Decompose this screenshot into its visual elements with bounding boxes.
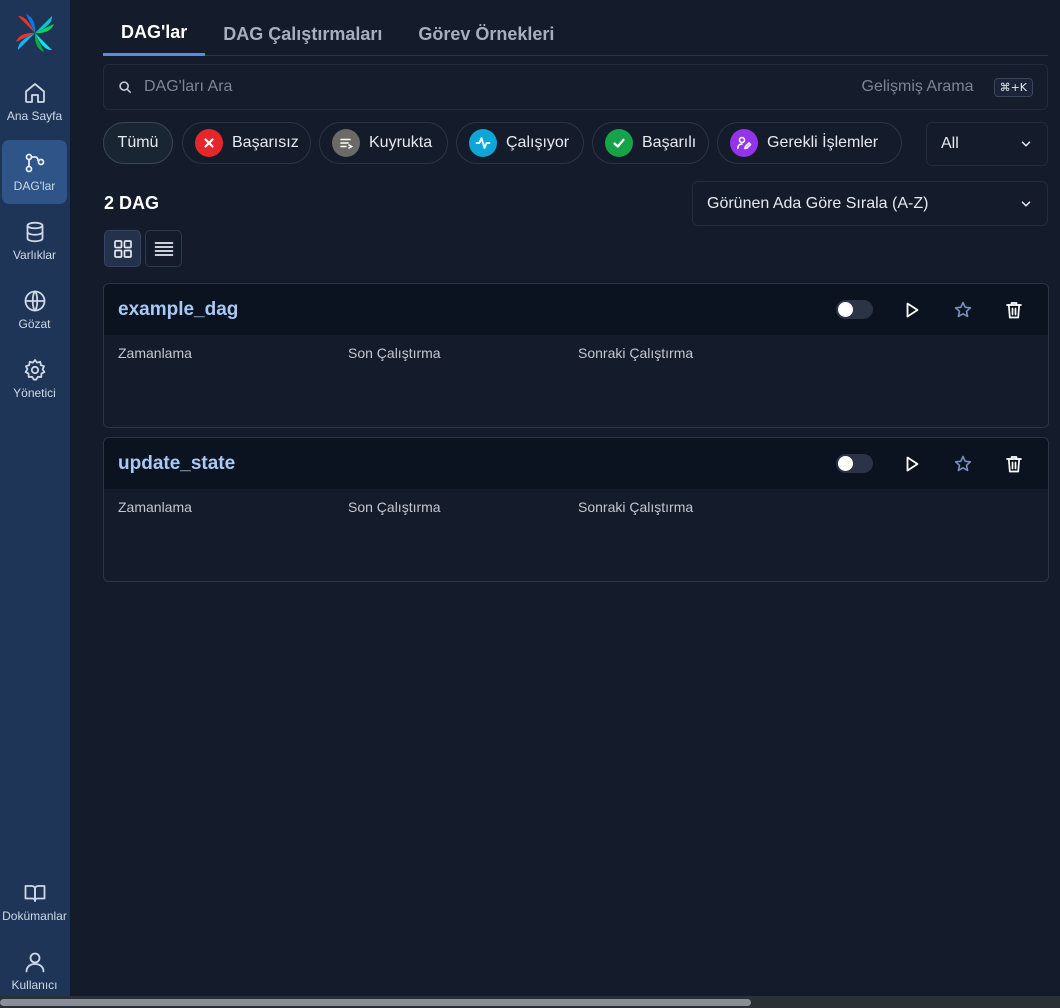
tab-task-instances[interactable]: Görev Örnekleri [400,12,572,56]
sidebar-item-assets[interactable]: Varlıklar [2,209,67,273]
next-run-label: Sonraki Çalıştırma [578,345,694,361]
airflow-logo[interactable] [14,12,56,54]
tab-dag-runs[interactable]: DAG Çalıştırmaları [205,12,400,56]
toggle-knob [838,302,853,317]
dag-count: 2 DAG [104,193,160,213]
dag-card-columns: Zamanlama Son Çalıştırma Sonraki Çalıştı… [104,489,1048,529]
horizontal-scrollbar[interactable] [0,996,1060,1008]
list-view-button[interactable] [145,230,182,267]
list-icon [154,241,173,256]
filter-queued-label: Kuyrukta [369,134,433,151]
favorite-dag-button[interactable] [951,298,975,322]
sidebar-item-browse[interactable]: Gözat [2,278,67,342]
play-icon [906,456,919,472]
card-view-button[interactable] [104,230,141,267]
sort-select-value: Görünen Ada Göre Sırala (A-Z) [707,194,929,212]
grid-icon [113,239,132,258]
schedule-label: Zamanlama [118,499,192,515]
filter-all-label: Tümü [117,134,159,151]
trash-icon [1006,302,1022,319]
dag-icon [25,153,44,173]
sidebar-item-admin[interactable]: Yönetici [2,347,67,411]
sidebar-item-label: Yönetici [13,386,56,400]
chevron-down-icon [1021,200,1031,207]
dag-name-link[interactable]: update_state [118,453,235,475]
main-content: DAG'lar DAG Çalıştırmaları Görev Örnekle… [71,0,1060,1008]
book-icon [24,885,45,902]
tab-bar: DAG'lar DAG Çalıştırmaları Görev Örnekle… [103,12,1048,56]
filter-required-actions[interactable]: Gerekli İşlemler [717,122,902,164]
dag-card: example_dag Zamanlama Son Çalıştırma Son… [103,283,1049,428]
dag-card-header: example_dag [104,284,1048,335]
toggle-knob [838,456,853,471]
star-icon [954,301,972,318]
sidebar-item-label: Varlıklar [12,248,57,262]
schedule-label: Zamanlama [118,345,192,361]
dag-card: update_state Zamanlama Son Çalıştırma So… [103,437,1049,582]
globe-icon [24,290,45,312]
sidebar-item-label: Ana Sayfa [6,109,63,123]
tab-dags[interactable]: DAG'lar [103,12,206,56]
sidebar-item-label: Gözat [18,317,51,331]
last-run-label: Son Çalıştırma [348,345,441,361]
filter-success[interactable]: Başarılı [592,122,709,164]
sidebar-item-label: DAG'lar [13,179,56,193]
last-run-label: Son Çalıştırma [348,499,441,515]
check-icon [605,129,633,157]
filter-success-label: Başarılı [642,134,697,151]
sidebar-item-user[interactable]: Kullanıcı [2,939,67,1003]
trigger-dag-button[interactable] [900,298,924,322]
filter-failed[interactable]: Başarısız [182,122,311,164]
favorite-dag-button[interactable] [951,452,975,476]
dag-state-select-value: All [941,135,959,152]
scrollbar-thumb[interactable] [0,999,751,1006]
sidebar-item-docs[interactable]: Dokümanlar [2,870,67,934]
dag-card-columns: Zamanlama Son Çalıştırma Sonraki Çalıştı… [104,335,1048,375]
dag-card-header: update_state [104,438,1048,489]
delete-dag-button[interactable] [1002,452,1026,476]
activity-icon [469,129,497,157]
trigger-dag-button[interactable] [900,452,924,476]
user-icon [25,952,44,973]
filter-failed-label: Başarısız [232,134,299,151]
next-run-label: Sonraki Çalıştırma [578,499,694,515]
user-pen-icon [730,129,758,157]
filter-running-label: Çalışıyor [506,134,570,151]
dag-pause-toggle[interactable] [836,300,873,319]
chevron-down-icon [1021,141,1031,147]
trash-icon [1006,456,1022,473]
home-icon [24,83,45,103]
filter-required-actions-label: Gerekli İşlemler [767,134,879,151]
dag-pause-toggle[interactable] [836,454,873,473]
sidebar-item-label: Dokümanlar [2,909,67,923]
advanced-search-link[interactable]: Gelişmiş Arama [862,78,974,96]
keyboard-shortcut-badge: ⌘+K [993,77,1033,97]
filter-running[interactable]: Çalışıyor [456,122,584,164]
x-icon [195,129,223,157]
database-icon [26,221,43,243]
delete-dag-button[interactable] [1002,298,1026,322]
filter-all[interactable]: Tümü [103,122,173,164]
sidebar: Ana Sayfa DAG'lar Varlıklar Gözat Yöneti… [0,0,71,1008]
gear-icon [24,359,45,381]
dag-state-select[interactable]: All [926,122,1048,166]
sidebar-item-dags[interactable]: DAG'lar [2,140,67,204]
search-bar: Gelişmiş Arama ⌘+K [103,64,1048,110]
search-input[interactable] [144,78,862,96]
dag-name-link[interactable]: example_dag [118,299,238,321]
play-icon [906,302,919,318]
filter-queued[interactable]: Kuyrukta [319,122,448,164]
sidebar-item-home[interactable]: Ana Sayfa [2,70,67,134]
star-icon [954,455,972,472]
search-icon [119,81,132,94]
queue-icon [332,129,360,157]
sidebar-item-label: Kullanıcı [11,978,58,992]
sort-select[interactable]: Görünen Ada Göre Sırala (A-Z) [692,181,1048,226]
